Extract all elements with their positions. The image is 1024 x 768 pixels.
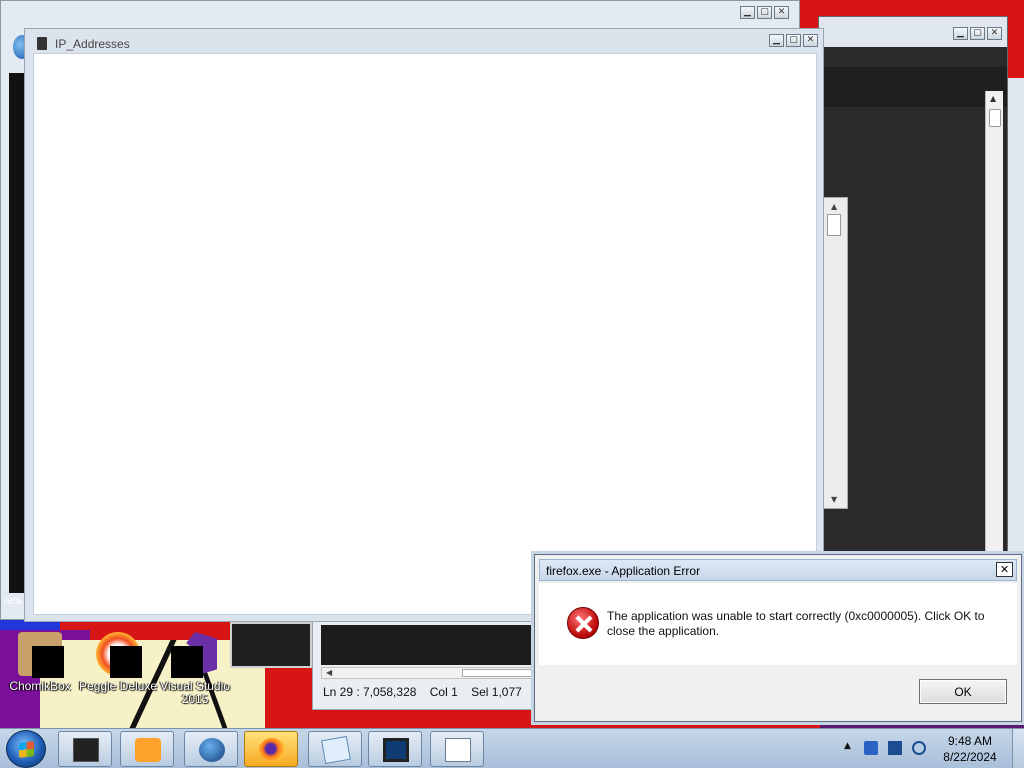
window-controls: ▁ ▢ ✕ <box>953 27 1002 40</box>
close-button[interactable]: ✕ <box>803 34 818 47</box>
monitor-icon <box>383 738 409 762</box>
close-button[interactable]: ✕ <box>987 27 1002 40</box>
editor-window[interactable]: ◀ Ln 29 : 7,058,328 Col 1 Sel 1,077 <box>312 620 542 710</box>
chomikbox-icon <box>18 632 64 678</box>
window-controls: ▁ ▢ ✕ <box>740 6 789 19</box>
desktop-icon-label: Peggle Deluxe <box>78 679 158 693</box>
scroll-up-icon[interactable]: ▲ <box>831 202 837 211</box>
ip-addresses-window[interactable]: IP_Addresses ▁ ▢ ✕ <box>24 28 824 622</box>
system-tray: ▲ 9:48 AM 8/22/2024 <box>840 729 1024 768</box>
dialog-title: firefox.exe - Application Error <box>546 564 701 578</box>
desktop-icon-chomikbox[interactable]: ChomikBox <box>0 632 80 693</box>
show-hidden-icons-icon[interactable]: ▲ <box>844 741 858 755</box>
taskbar-button-notepad[interactable] <box>308 731 362 767</box>
clock-time: 9:48 AM <box>947 734 993 748</box>
horizontal-scrollbar[interactable]: ◀ <box>321 667 541 679</box>
clock-date: 8/22/2024 <box>943 750 997 764</box>
close-button[interactable]: ✕ <box>774 6 789 19</box>
volume-icon[interactable] <box>912 741 926 755</box>
dialog-body: The application was unable to start corr… <box>539 583 1017 665</box>
scrollbar-thumb[interactable] <box>462 669 537 677</box>
taskbar: ▲ 9:48 AM 8/22/2024 <box>0 728 1024 768</box>
maximize-button[interactable]: ▢ <box>970 27 985 40</box>
maximize-button[interactable]: ▢ <box>786 34 801 47</box>
network-icon[interactable] <box>888 741 902 755</box>
vertical-scrollbar[interactable]: ▲ ▼ <box>822 197 848 509</box>
dialog-message: The application was unable to start corr… <box>607 609 985 638</box>
status-line-position: Ln 29 : 7,058,328 <box>323 685 417 699</box>
desktop-icon-label: Visual Studio 2015 <box>160 679 230 706</box>
dark-panel <box>230 622 312 668</box>
clock[interactable]: 9:48 AM 8/22/2024 <box>936 733 1004 765</box>
taskbar-button-globe[interactable] <box>184 731 238 767</box>
window-controls: ▁ ▢ ✕ <box>769 34 818 47</box>
status-selection: Sel 1,077 <box>471 685 522 699</box>
desktop-icon-label: ChomikBox <box>9 679 71 693</box>
document-icon <box>37 37 47 50</box>
dark-panel <box>819 67 1007 107</box>
document-icon <box>445 738 471 762</box>
scroll-left-icon[interactable]: ◀ <box>326 668 332 677</box>
scroll-up-icon[interactable]: ▲ <box>990 94 996 103</box>
taskbar-button-terminal[interactable] <box>58 731 112 767</box>
globe-icon <box>199 738 225 762</box>
ok-button[interactable]: OK <box>919 679 1007 704</box>
window-edge <box>1008 78 1024 558</box>
notepad-icon <box>321 735 351 765</box>
scrollbar-thumb[interactable] <box>989 109 1001 127</box>
scroll-down-icon[interactable]: ▼ <box>831 495 837 504</box>
window-content-area[interactable] <box>33 53 817 615</box>
peggle-icon <box>96 632 142 678</box>
minimize-button[interactable]: ▁ <box>953 27 968 40</box>
maximize-button[interactable]: ▢ <box>757 6 772 19</box>
error-icon <box>567 607 599 639</box>
desktop-icon-peggle[interactable]: Peggle Deluxe <box>78 632 158 693</box>
taskbar-button-document[interactable] <box>430 731 484 767</box>
minimize-button[interactable]: ▁ <box>740 6 755 19</box>
firefox-icon <box>259 738 285 762</box>
window-titlebar[interactable]: IP_Addresses ▁ ▢ ✕ <box>25 29 823 53</box>
desktop-partial-label: reta <box>4 596 22 607</box>
start-button[interactable] <box>6 730 46 768</box>
terminal-icon <box>73 738 99 762</box>
window-title: IP_Addresses <box>55 37 130 51</box>
desktop-icon-visual-studio[interactable]: Visual Studio 2015 <box>155 632 235 706</box>
dialog-titlebar[interactable]: firefox.exe - Application Error ✕ <box>539 559 1017 581</box>
taskbar-button-media-player[interactable] <box>120 731 174 767</box>
media-player-icon <box>135 738 161 762</box>
window-titlebar[interactable]: ▁ ▢ ✕ <box>819 17 1007 47</box>
vertical-scrollbar[interactable]: ▲ <box>985 91 1003 561</box>
editor-text-area[interactable] <box>321 625 541 665</box>
show-desktop-button[interactable] <box>1012 729 1024 768</box>
minimize-button[interactable]: ▁ <box>769 34 784 47</box>
status-column: Col 1 <box>429 685 458 699</box>
tray-app-icon[interactable] <box>864 741 878 755</box>
taskbar-button-firefox[interactable] <box>244 731 298 767</box>
windows-logo-icon <box>19 741 34 758</box>
taskbar-button-monitor[interactable] <box>368 731 422 767</box>
editor-status-bar: Ln 29 : 7,058,328 Col 1 Sel 1,077 <box>323 685 532 699</box>
close-button[interactable]: ✕ <box>996 562 1013 577</box>
scrollbar-thumb[interactable] <box>827 214 841 236</box>
error-dialog[interactable]: firefox.exe - Application Error ✕ The ap… <box>534 554 1022 722</box>
